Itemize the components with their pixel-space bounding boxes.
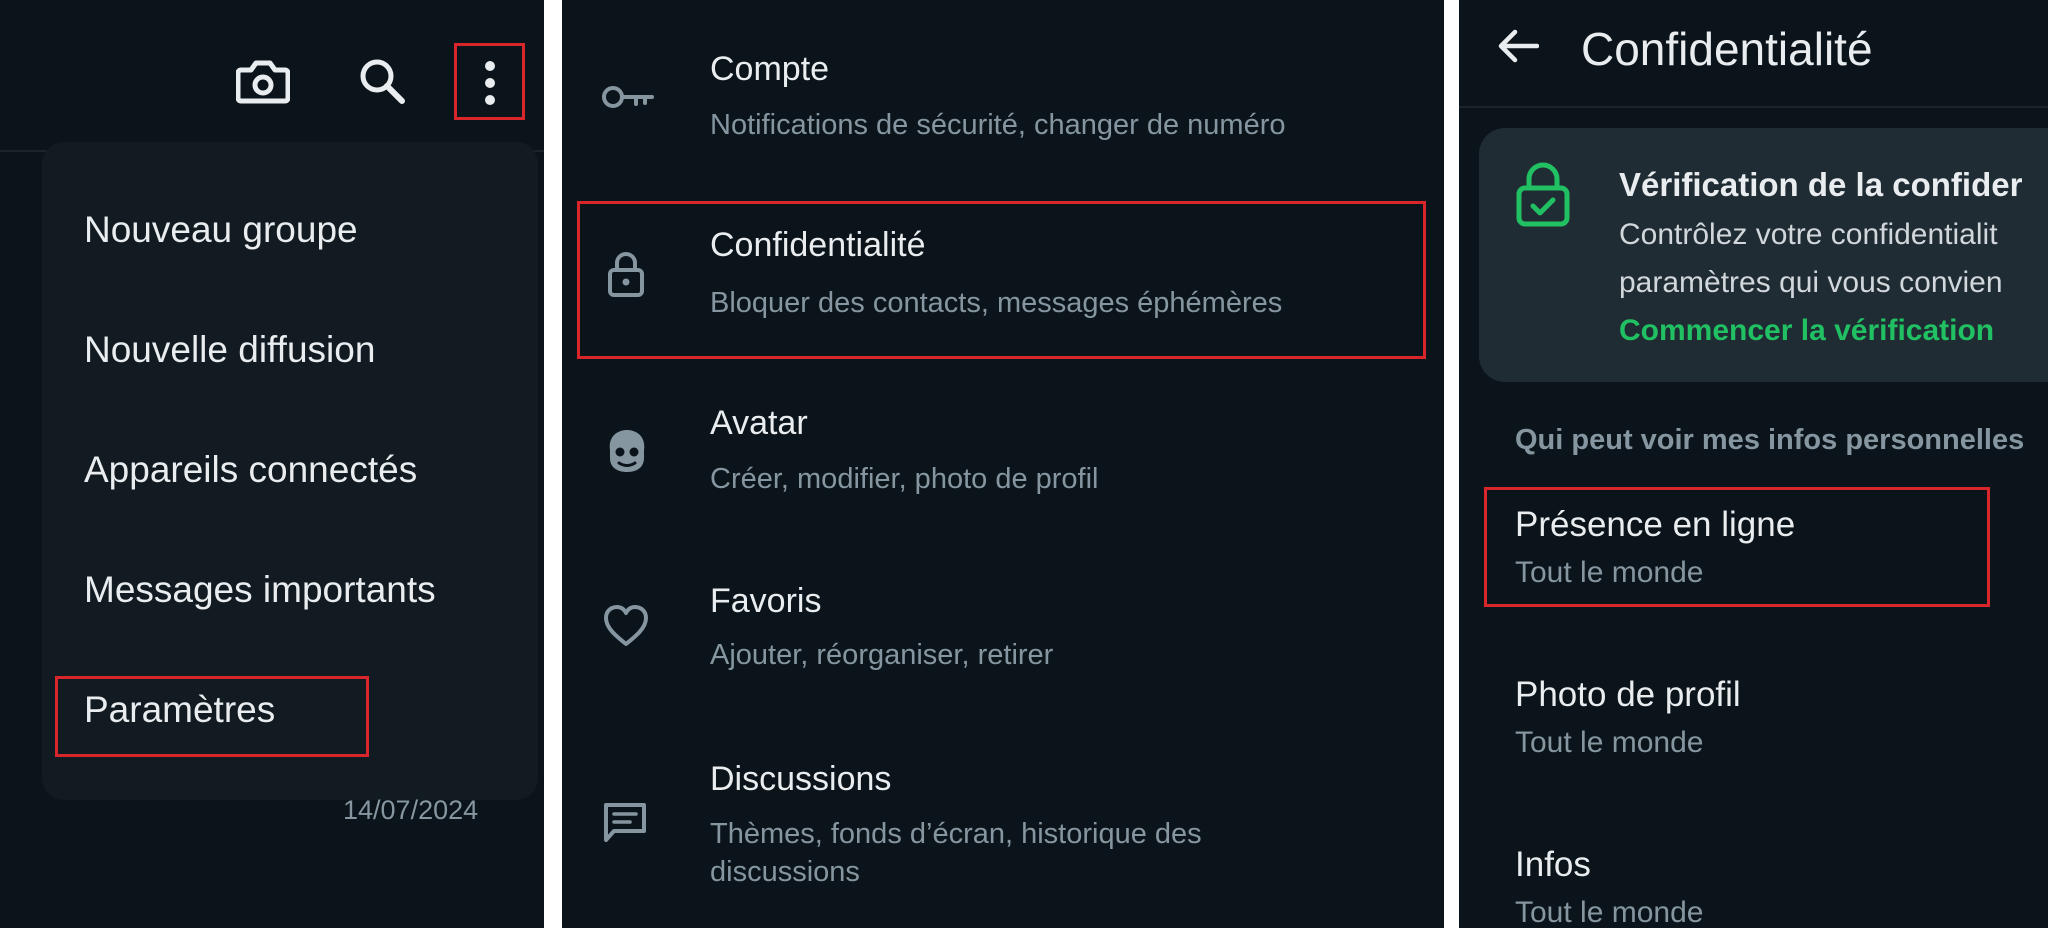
checkup-text: paramètres qui vous convien [1619, 266, 2003, 299]
search-icon[interactable] [357, 56, 407, 106]
section-header: Qui peut voir mes infos personnelles [1515, 424, 2025, 456]
highlight-more-button [454, 43, 525, 120]
overflow-menu-panel: Nouveau groupe Nouvelle diffusion Appare… [0, 0, 544, 928]
arrow-left-icon[interactable] [1497, 28, 1539, 64]
settings-item-subtitle: Notifications de sécurité, changer de nu… [710, 109, 1286, 141]
settings-item-title: Avatar [710, 404, 808, 442]
menu-item-new-group[interactable]: Nouveau groupe [84, 209, 358, 251]
heart-icon [604, 605, 648, 646]
menu-item-starred-messages[interactable]: Messages importants [84, 569, 436, 611]
privacy-item-value: Tout le monde [1515, 726, 1704, 759]
settings-item-subtitle: discussions [710, 856, 860, 888]
settings-item-title: Discussions [710, 760, 892, 798]
camera-icon[interactable] [236, 58, 290, 104]
menu-item-new-broadcast[interactable]: Nouvelle diffusion [84, 329, 375, 371]
avatar-icon [609, 430, 645, 472]
key-icon [602, 86, 654, 108]
privacy-item-title: Infos [1515, 845, 1591, 884]
highlight-privacy [577, 201, 1426, 359]
shield-lock-check-icon [1516, 162, 1570, 227]
privacy-item-title: Photo de profil [1515, 675, 1741, 714]
settings-item-title: Compte [710, 50, 830, 88]
divider [1459, 106, 2048, 108]
checkup-text: Contrôlez votre confidentialit [1619, 218, 1998, 251]
privacy-panel: Confidentialité Vérification de la confi… [1459, 0, 2048, 928]
highlight-settings [55, 676, 369, 757]
menu-item-linked-devices[interactable]: Appareils connectés [84, 449, 417, 491]
settings-item-subtitle: Thèmes, fonds d’écran, historique des [710, 818, 1202, 850]
chat-icon [604, 803, 646, 842]
page-title: Confidentialité [1581, 23, 1873, 75]
settings-panel: Compte Notifications de sécurité, change… [562, 0, 1444, 928]
settings-item-subtitle: Créer, modifier, photo de profil [710, 463, 1099, 495]
settings-item-title: Favoris [710, 582, 822, 620]
privacy-item-value: Tout le monde [1515, 896, 1704, 928]
start-checkup-link[interactable]: Commencer la vérification [1619, 314, 1994, 348]
highlight-online-presence [1484, 487, 1990, 607]
checkup-title: Vérification de la confider [1619, 166, 2023, 203]
chat-date: 14/07/2024 [343, 795, 479, 825]
settings-item-subtitle: Ajouter, réorganiser, retirer [710, 639, 1054, 671]
